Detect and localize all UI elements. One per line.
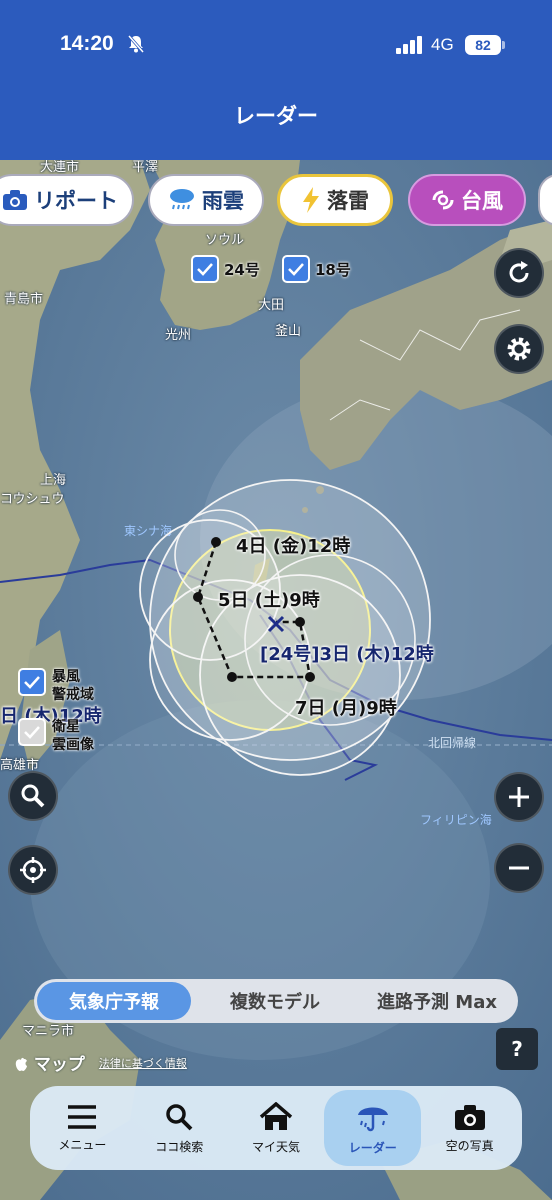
typhoon-18-label: 18号 [315,260,351,279]
map-attribution: マップ 法律に基づく情報 [14,1050,187,1075]
typhoon-layer-label: 台風 [461,189,503,213]
status-time: 14:20 [60,32,114,55]
typhoon-icon [432,190,454,210]
network-type: 4G [431,35,454,54]
typhoon-layer-button[interactable]: 台風 [408,174,526,226]
rain-cloud-layer-label: 雨雲 [202,189,244,213]
plus-icon [509,787,529,807]
camera-icon [3,190,27,210]
report-layer-button[interactable]: リポート [0,174,134,226]
header: 14:20 4G 82 レーダー [0,0,552,160]
nav-menu-label: メニュー [58,1137,107,1152]
signal-icon [396,36,422,54]
legend-satellite-label: 衛星 雲画像 [52,719,94,753]
page-title: レーダー [234,104,318,128]
forecast-label-4th: 4日 (金)12時 [236,536,351,557]
legend-satellite[interactable]: 衛星 雲画像 [18,718,94,754]
checkbox-unchecked-icon [18,718,46,746]
tab-track-max[interactable]: 進路予測 Max [356,979,518,1023]
typhoon-24-label: 24号 [224,260,260,279]
typhoon-18-checkbox[interactable]: 18号 [282,255,351,283]
lightning-layer-label: 落雷 [327,189,369,213]
nav-sky-photos[interactable]: 空の写真 [421,1090,518,1166]
nav-radar[interactable]: レーダー [324,1090,422,1166]
nav-radar-label: レーダー [348,1140,397,1155]
search-icon [21,784,45,808]
bell-muted-icon [127,35,145,53]
battery-tip [502,41,505,49]
minus-icon [509,866,529,870]
tab-jma-forecast[interactable]: 気象庁予報 [37,982,191,1020]
apple-maps-logo: マップ [14,1050,85,1075]
nav-menu[interactable]: メニュー [34,1090,131,1166]
checkbox-checked-icon [18,668,46,696]
nav-my-weather[interactable]: マイ天気 [228,1090,325,1166]
checkbox-checked-icon [191,255,219,283]
battery-icon: 82 [465,35,501,55]
typhoon-24-checkbox[interactable]: 24号 [191,255,260,283]
bottom-navigation: メニュー ココ検索 マイ天気 レーダー 空の写真 [30,1086,522,1170]
home-icon [259,1101,293,1130]
gear-icon [507,337,531,361]
lightning-layer-button[interactable]: 落雷 [277,174,393,226]
forecast-label-7th: 7日 (月)9時 [295,698,397,719]
forecast-model-tabs: 気象庁予報 複数モデル 進路予測 Max [34,979,518,1023]
forecast-label-5th: 5日 (土)9時 [218,590,320,611]
apple-maps-label: マップ [33,1055,85,1075]
checkbox-checked-icon [282,255,310,283]
search-icon [166,1103,193,1130]
legend-storm[interactable]: 暴風 警戒域 [18,668,94,704]
menu-icon [68,1104,97,1129]
zoom-out-button[interactable] [494,843,544,893]
report-layer-label: リポート [34,189,118,213]
nav-my-weather-label: マイ天気 [251,1139,300,1154]
refresh-button[interactable] [494,248,544,298]
apple-logo-icon [15,1057,27,1071]
refresh-icon [509,261,529,283]
nav-sky-photos-label: 空の写真 [445,1138,494,1153]
lightning-icon [303,187,319,213]
umbrella-icon [357,1107,388,1131]
camera-icon [454,1104,485,1130]
zoom-in-button[interactable] [494,772,544,822]
crosshair-icon [20,857,46,883]
forecast-label-current: [24号]3日 (木)12時 [260,644,434,665]
settings-button[interactable] [494,324,544,374]
tab-multi-model[interactable]: 複数モデル [194,979,356,1023]
help-button[interactable]: ? [496,1028,538,1070]
current-location-button[interactable] [8,845,58,895]
legal-info-link[interactable]: 法律に基づく情報 [99,1055,187,1071]
nav-search-label: ココ検索 [155,1139,204,1154]
rain-cloud-icon [170,189,194,210]
legend-storm-label: 暴風 警戒域 [52,669,94,703]
search-button[interactable] [8,771,58,821]
nav-search[interactable]: ココ検索 [131,1090,228,1166]
rain-cloud-layer-button[interactable]: 雨雲 [148,174,264,226]
